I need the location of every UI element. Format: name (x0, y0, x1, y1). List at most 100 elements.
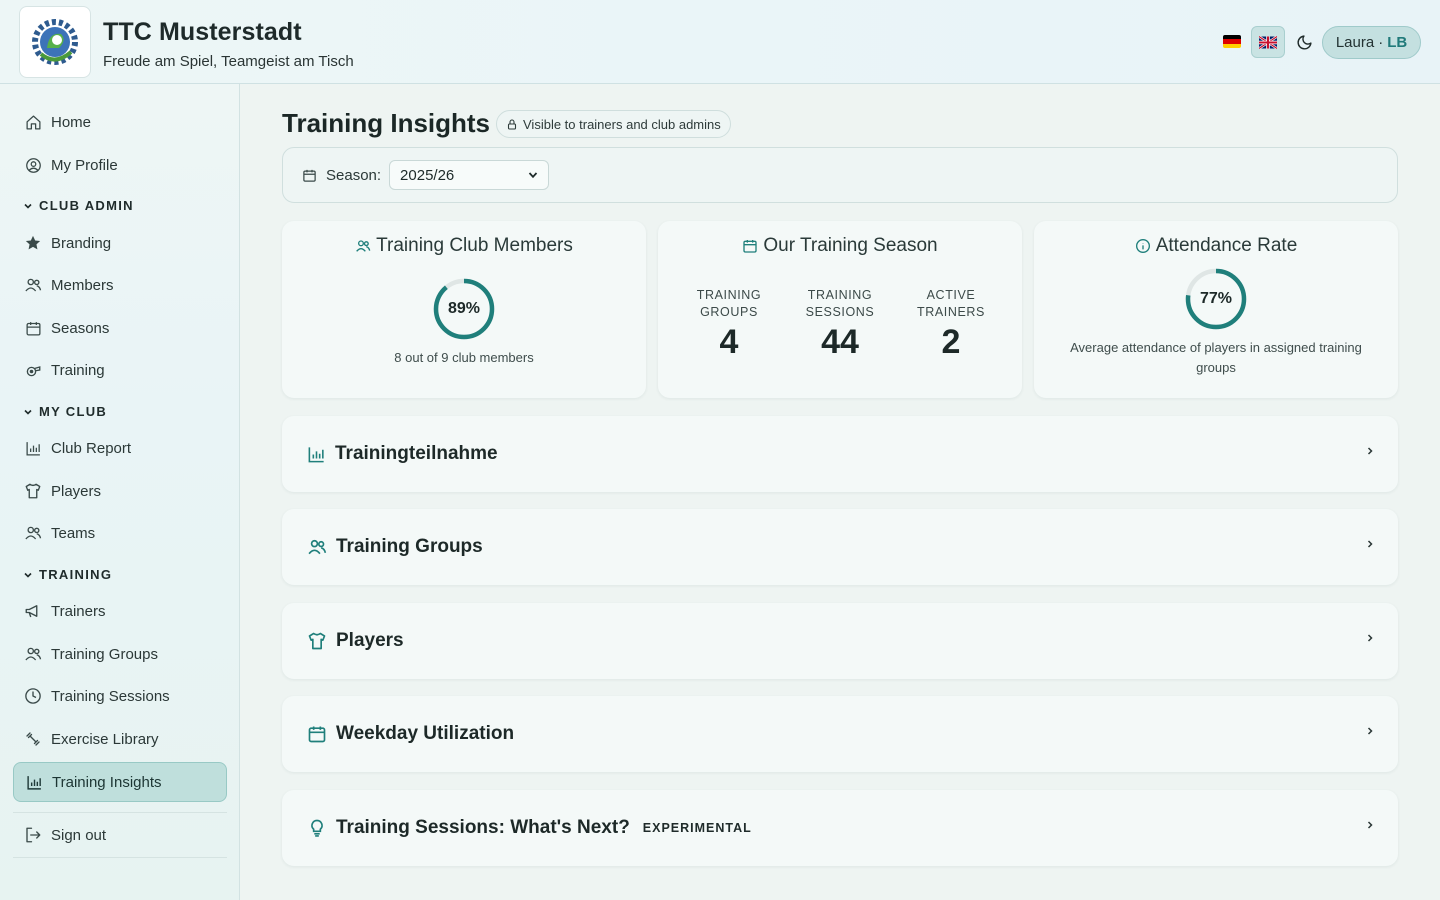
chevron-down-icon (23, 201, 33, 211)
club-name: TTC Musterstadt (103, 18, 302, 46)
section-whats-next[interactable]: Training Sessions: What's Next? EXPERIME… (282, 790, 1398, 866)
home-icon (24, 113, 42, 131)
megaphone-icon (24, 602, 42, 620)
season-filter-bar: Season: 2025/26 (282, 147, 1398, 203)
sidebar-item-label: Club Report (51, 439, 132, 457)
users-icon (355, 238, 371, 254)
moon-icon (1297, 34, 1312, 49)
users-icon (24, 645, 42, 663)
section-weekday-utilization[interactable]: Weekday Utilization (282, 696, 1398, 772)
sidebar-section-my-club[interactable]: MY CLUB (23, 404, 107, 419)
sidebar-item-label: Home (51, 113, 92, 131)
uk-flag-icon (1259, 35, 1277, 49)
members-subtitle: 8 out of 9 club members (394, 350, 534, 365)
bar-chart-icon (25, 773, 43, 791)
stat-value: 44 (821, 323, 859, 361)
sidebar-item-members[interactable]: Members (13, 265, 227, 305)
sidebar-item-teams[interactable]: Teams (13, 513, 227, 553)
clock-icon (24, 687, 42, 705)
sidebar-item-label: Sign out (51, 826, 107, 844)
experimental-badge: EXPERIMENTAL (642, 821, 752, 835)
card-title: Training Club Members (376, 235, 573, 256)
users-icon (24, 276, 42, 294)
users-icon (24, 524, 42, 542)
sidebar-item-training-sessions[interactable]: Training Sessions (13, 676, 227, 716)
sidebar-item-training-insights[interactable]: Training Insights (13, 762, 227, 802)
info-icon (1135, 238, 1151, 254)
stat-active-trainers: ACTIVE TRAINERS 2 (901, 287, 1001, 362)
sidebar-item-sign-out[interactable]: Sign out (13, 815, 227, 855)
whistle-icon (24, 361, 42, 379)
attendance-progress-ring: 77% (1184, 267, 1248, 331)
sidebar-item-label: Exercise Library (51, 730, 159, 748)
section-title: Training Groups (336, 536, 483, 557)
user-circle-icon (24, 156, 42, 174)
calendar-icon (24, 319, 42, 337)
club-slogan: Freude am Spiel, Teamgeist am Tisch (103, 53, 354, 70)
star-icon (24, 234, 42, 252)
lock-icon (506, 118, 518, 131)
page-title: Training Insights (282, 108, 491, 138)
sidebar: Home My Profile CLUB ADMIN Branding Memb… (0, 84, 240, 900)
calendar-icon (307, 724, 327, 744)
chevron-right-icon (1366, 726, 1374, 736)
members-progress-ring: 89% (432, 277, 496, 341)
sidebar-item-training-groups[interactable]: Training Groups (13, 634, 227, 674)
attendance-rate-card: Attendance Rate 77% Average attendance o… (1034, 221, 1398, 398)
sidebar-item-club-report[interactable]: Club Report (13, 428, 227, 468)
sign-out-icon (24, 826, 42, 844)
section-players[interactable]: Players (282, 603, 1398, 679)
stat-value: 4 (719, 323, 739, 361)
user-name: Laura (1335, 34, 1375, 51)
sidebar-item-training[interactable]: Training (13, 350, 227, 390)
training-club-members-card: Training Club Members 89% 8 out of 9 clu… (282, 221, 646, 398)
sidebar-item-my-profile[interactable]: My Profile (13, 145, 227, 185)
sidebar-item-label: My Profile (51, 156, 118, 174)
section-title: Players (336, 630, 404, 651)
user-separator: · (1378, 34, 1384, 51)
card-title: Attendance Rate (1155, 235, 1298, 256)
app-header: TTC Musterstadt Freude am Spiel, Teamgei… (0, 0, 1440, 84)
user-menu-button[interactable]: Laura · LB (1322, 26, 1421, 59)
dumbbell-icon (24, 730, 42, 748)
bar-chart-icon (307, 445, 326, 464)
sidebar-item-label: Branding (51, 234, 112, 252)
theme-toggle-button[interactable] (1294, 32, 1314, 52)
sidebar-item-players[interactable]: Players (13, 471, 227, 511)
section-training-participation[interactable]: Trainingteilnahme (282, 416, 1398, 492)
season-select-value: 2025/26 (400, 166, 455, 184)
chevron-down-icon (528, 167, 538, 184)
card-title: Our Training Season (763, 235, 938, 256)
attendance-subtitle: Average attendance of players in assigne… (1070, 340, 1362, 375)
sidebar-item-trainers[interactable]: Trainers (13, 591, 227, 631)
sidebar-item-home[interactable]: Home (13, 102, 227, 142)
sidebar-divider (13, 857, 227, 858)
language-en-button[interactable] (1251, 26, 1285, 58)
chevron-right-icon (1366, 446, 1374, 456)
section-title: Trainingteilnahme (335, 443, 498, 464)
sidebar-item-label: Members (51, 276, 114, 294)
sidebar-item-exercise-library[interactable]: Exercise Library (13, 719, 227, 759)
stat-training-sessions: TRAINING SESSIONS 44 (790, 287, 890, 362)
sidebar-item-label: Training Groups (51, 645, 158, 663)
sidebar-item-label: Players (51, 482, 102, 500)
club-logo-icon (32, 19, 78, 65)
sidebar-section-club-admin[interactable]: CLUB ADMIN (23, 198, 134, 213)
sidebar-item-seasons[interactable]: Seasons (13, 308, 227, 348)
training-season-card: Our Training Season TRAINING GROUPS 4 TR… (658, 221, 1022, 398)
lightbulb-icon (307, 818, 327, 838)
german-flag-icon[interactable] (1223, 35, 1241, 48)
sidebar-item-label: Seasons (51, 319, 110, 337)
sidebar-item-branding[interactable]: Branding (13, 223, 227, 263)
sidebar-item-label: Trainers (51, 602, 106, 620)
bar-chart-icon (24, 439, 42, 457)
club-logo[interactable] (19, 6, 91, 78)
sidebar-section-training[interactable]: TRAINING (23, 567, 112, 582)
visibility-badge: Visible to trainers and club admins (496, 110, 731, 138)
section-training-groups[interactable]: Training Groups (282, 509, 1398, 585)
chevron-down-icon (23, 407, 33, 417)
section-title: Weekday Utilization (336, 723, 515, 744)
season-select[interactable]: 2025/26 (389, 160, 550, 190)
stat-value: 2 (941, 323, 961, 361)
sidebar-item-label: Teams (51, 524, 96, 542)
